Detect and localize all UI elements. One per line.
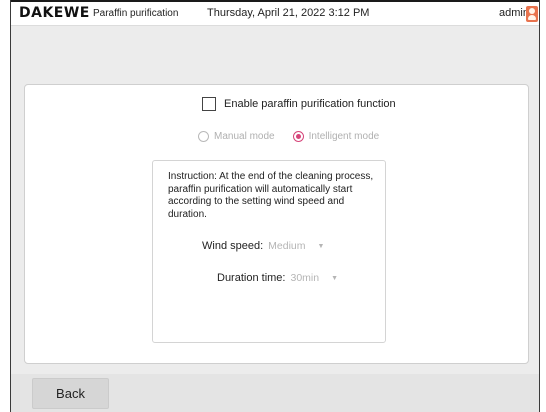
instruction-box: Instruction: At the end of the cleaning … [152,160,386,343]
manual-mode-label[interactable]: Manual mode [214,131,275,142]
enable-purification-label[interactable]: Enable paraffin purification function [224,98,396,110]
user-avatar-icon[interactable] [526,6,538,22]
manual-mode-option[interactable]: Manual mode [198,131,275,142]
brand-logo: DAKEWE [19,5,90,21]
wind-speed-select[interactable]: Medium [268,240,305,252]
wind-speed-row: Wind speed: Medium ▼ [202,240,324,252]
intelligent-mode-radio[interactable] [292,131,304,142]
enable-purification-row[interactable]: Enable paraffin purification function [202,97,396,111]
intelligent-mode-label[interactable]: Intelligent mode [309,131,380,142]
datetime-display: Thursday, April 21, 2022 3:12 PM [207,7,370,19]
purification-settings-panel: Enable paraffin purification function Ma… [24,84,529,364]
top-bar: DAKEWE Paraffin purification Thursday, A… [11,0,539,26]
app-window: DAKEWE Paraffin purification Thursday, A… [10,0,540,412]
user-name[interactable]: admin [499,7,529,19]
duration-select[interactable]: 30min [290,272,319,284]
chevron-down-icon[interactable]: ▼ [331,275,338,282]
wind-speed-label: Wind speed: [202,240,264,252]
enable-purification-checkbox[interactable] [202,97,216,111]
intelligent-mode-option[interactable]: Intelligent mode [292,131,380,142]
module-title: Paraffin purification [93,8,179,19]
manual-mode-radio[interactable] [198,131,209,142]
back-button[interactable]: Back [32,378,109,409]
duration-row: Duration time: 30min ▼ [217,272,338,284]
duration-label: Duration time: [217,272,286,284]
chevron-down-icon[interactable]: ▼ [318,243,325,250]
instruction-text: Instruction: At the end of the cleaning … [168,171,374,220]
mode-selector: Manual mode Intelligent mode [198,131,397,142]
footer-bar: Back [11,374,539,412]
